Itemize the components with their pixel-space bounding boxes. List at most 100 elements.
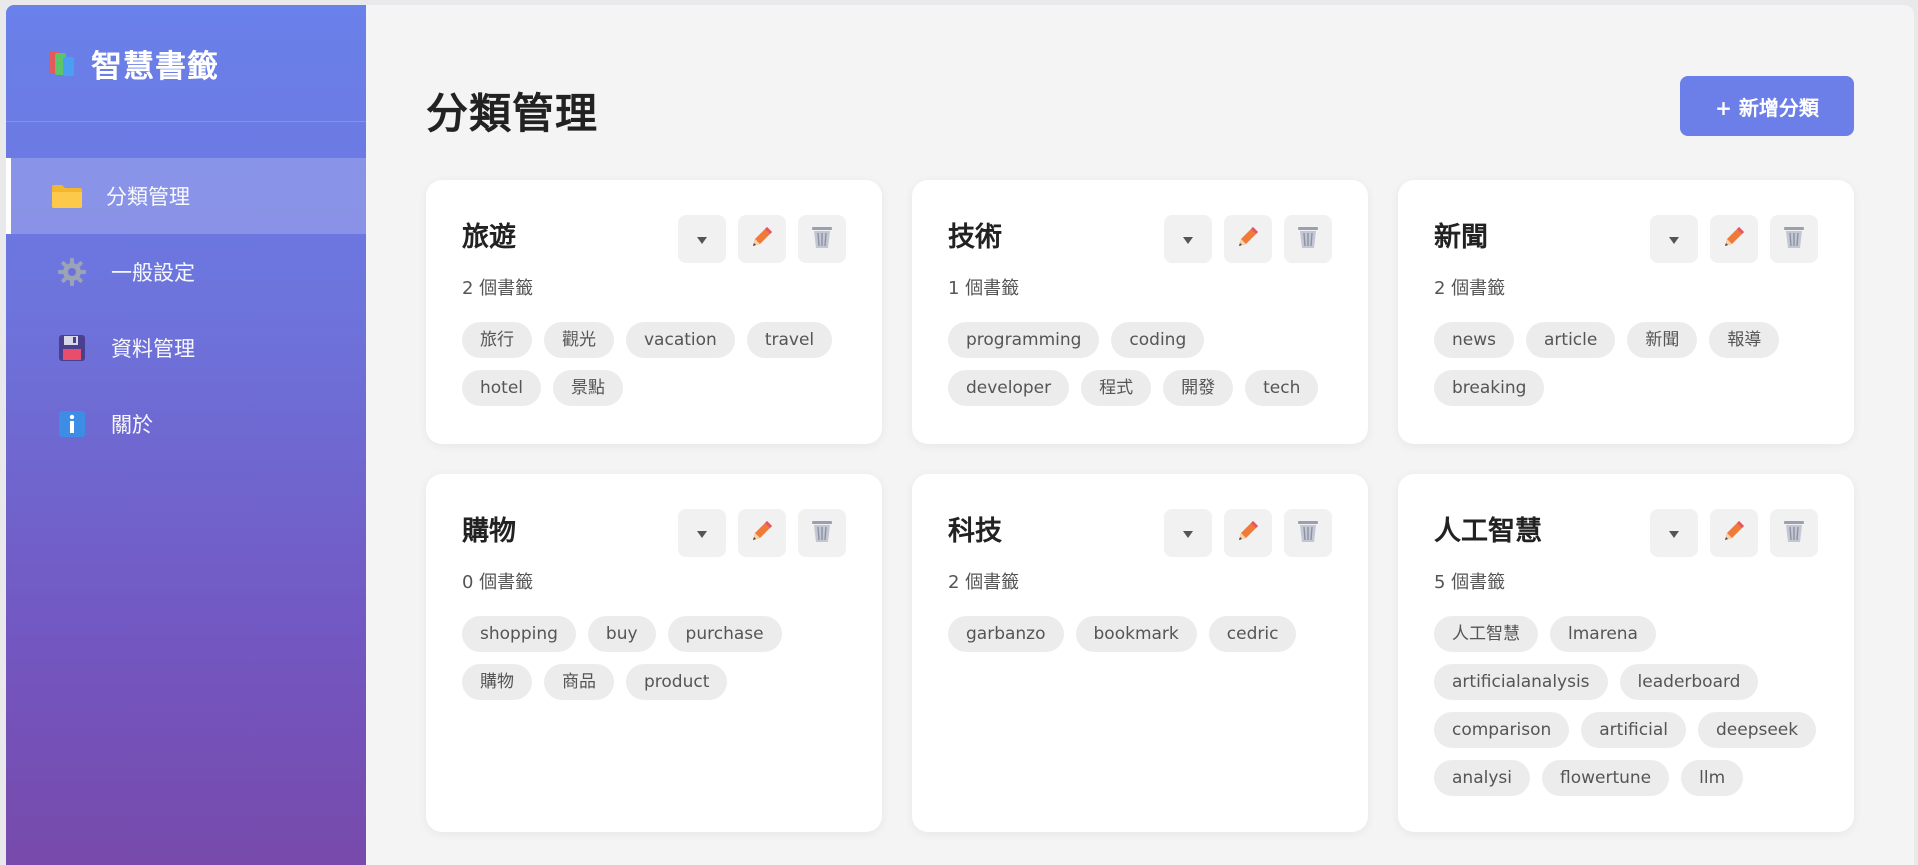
main-content: 分類管理 + 新增分類 旅遊 2 個書籤 旅行 觀光 vacation trav… — [366, 5, 1914, 865]
folder-icon — [50, 181, 84, 211]
keyword-tag: 新聞 — [1627, 322, 1698, 358]
trash-icon — [1782, 224, 1806, 254]
keyword-tag: 報導 — [1709, 322, 1780, 358]
tag-list: 人工智慧 lmarena artificialanalysis leaderbo… — [1434, 616, 1818, 796]
pencil-icon — [1721, 224, 1747, 254]
keyword-tag: 程式 — [1081, 370, 1152, 406]
bookmark-count: 2 個書籤 — [948, 572, 1020, 593]
sidebar-item-general-settings[interactable]: 一般設定 — [6, 234, 366, 310]
keyword-tag: leaderboard — [1619, 664, 1759, 700]
keyword-tag: garbanzo — [948, 616, 1064, 652]
category-card: 科技 2 個書籤 garbanzo bookmark cedric — [912, 474, 1368, 832]
expand-button[interactable] — [678, 215, 726, 263]
keyword-tag: news — [1434, 322, 1514, 358]
pencil-icon — [749, 224, 775, 254]
category-card: 旅遊 2 個書籤 旅行 觀光 vacation travel hotel 景點 — [426, 180, 882, 444]
dropdown-arrow-icon — [1669, 524, 1679, 543]
delete-button[interactable] — [798, 215, 846, 263]
delete-button[interactable] — [1770, 509, 1818, 557]
keyword-tag: lmarena — [1550, 616, 1656, 652]
add-category-button[interactable]: + 新增分類 — [1680, 76, 1854, 136]
edit-button[interactable] — [1224, 215, 1272, 263]
expand-button[interactable] — [678, 509, 726, 557]
expand-button[interactable] — [1164, 215, 1212, 263]
dropdown-arrow-icon — [697, 524, 707, 543]
bookmark-count: 5 個書籤 — [1434, 572, 1506, 593]
keyword-tag: llm — [1681, 760, 1744, 796]
pencil-icon — [1235, 224, 1261, 254]
sidebar-item-label: 資料管理 — [111, 337, 195, 361]
keyword-tag: 商品 — [544, 664, 614, 700]
dropdown-arrow-icon — [1183, 524, 1193, 543]
dropdown-arrow-icon — [1183, 230, 1193, 249]
category-card: 購物 0 個書籤 shopping buy purchase 購物 商品 pro… — [426, 474, 882, 832]
trash-icon — [1782, 518, 1806, 548]
edit-button[interactable] — [1710, 509, 1758, 557]
pencil-icon — [1235, 518, 1261, 548]
keyword-tag: product — [626, 664, 728, 700]
edit-button[interactable] — [1710, 215, 1758, 263]
dropdown-arrow-icon — [1669, 230, 1679, 249]
trash-icon — [810, 224, 834, 254]
sidebar-item-about[interactable]: 關於 — [6, 386, 366, 462]
tag-list: news article 新聞 報導 breaking — [1434, 322, 1818, 406]
keyword-tag: coding — [1111, 322, 1205, 358]
category-card: 技術 1 個書籤 programming coding developer 程式… — [912, 180, 1368, 444]
keyword-tag: 旅行 — [462, 322, 532, 358]
sidebar-item-data-management[interactable]: 資料管理 — [6, 310, 366, 386]
keyword-tag: comparison — [1434, 712, 1570, 748]
expand-button[interactable] — [1650, 509, 1698, 557]
floppy-disk-icon — [55, 333, 89, 363]
card-actions — [1650, 215, 1818, 263]
keyword-tag: buy — [587, 616, 656, 652]
keyword-tag: shopping — [462, 616, 576, 652]
category-card: 人工智慧 5 個書籤 人工智慧 lmarena artificialanalys… — [1398, 474, 1854, 832]
bookmark-count: 0 個書籤 — [462, 572, 534, 593]
trash-icon — [810, 518, 834, 548]
expand-button[interactable] — [1164, 509, 1212, 557]
delete-button[interactable] — [1770, 215, 1818, 263]
trash-icon — [1296, 224, 1320, 254]
sidebar-item-label: 分類管理 — [106, 185, 190, 209]
app-title: 智慧書籤 — [91, 48, 219, 85]
delete-button[interactable] — [798, 509, 846, 557]
keyword-tag: travel — [746, 322, 833, 358]
keyword-tag: tech — [1245, 370, 1319, 406]
category-grid: 旅遊 2 個書籤 旅行 觀光 vacation travel hotel 景點 — [426, 180, 1854, 832]
delete-button[interactable] — [1284, 509, 1332, 557]
keyword-tag: 觀光 — [544, 322, 614, 358]
tag-list: garbanzo bookmark cedric — [948, 616, 1332, 652]
keyword-tag: purchase — [667, 616, 782, 652]
keyword-tag: 開發 — [1163, 370, 1234, 406]
keyword-tag: flowertune — [1541, 760, 1670, 796]
card-actions — [678, 215, 846, 263]
delete-button[interactable] — [1284, 215, 1332, 263]
card-actions — [678, 509, 846, 557]
edit-button[interactable] — [738, 215, 786, 263]
keyword-tag: deepseek — [1697, 712, 1817, 748]
bookmark-count: 2 個書籤 — [1434, 278, 1506, 299]
category-card: 新聞 2 個書籤 news article 新聞 報導 breaking — [1398, 180, 1854, 444]
sidebar-item-label: 關於 — [111, 413, 153, 437]
bookmark-count: 1 個書籤 — [948, 278, 1020, 299]
keyword-tag: hotel — [462, 370, 542, 406]
info-icon — [55, 409, 89, 439]
dropdown-arrow-icon — [697, 230, 707, 249]
expand-button[interactable] — [1650, 215, 1698, 263]
edit-button[interactable] — [738, 509, 786, 557]
page-title: 分類管理 — [426, 88, 599, 138]
keyword-tag: bookmark — [1075, 616, 1197, 652]
card-actions — [1164, 215, 1332, 263]
keyword-tag: artificialanalysis — [1434, 664, 1608, 700]
tag-list: shopping buy purchase 購物 商品 product — [462, 616, 846, 700]
trash-icon — [1296, 518, 1320, 548]
edit-button[interactable] — [1224, 509, 1272, 557]
keyword-tag: artificial — [1581, 712, 1686, 748]
sidebar-item-label: 一般設定 — [111, 261, 195, 285]
pencil-icon — [749, 518, 775, 548]
keyword-tag: breaking — [1434, 370, 1545, 406]
keyword-tag: 購物 — [462, 664, 532, 700]
tag-list: programming coding developer 程式 開發 tech — [948, 322, 1332, 406]
sidebar-item-categories[interactable]: 分類管理 — [6, 158, 366, 234]
keyword-tag: cedric — [1208, 616, 1297, 652]
